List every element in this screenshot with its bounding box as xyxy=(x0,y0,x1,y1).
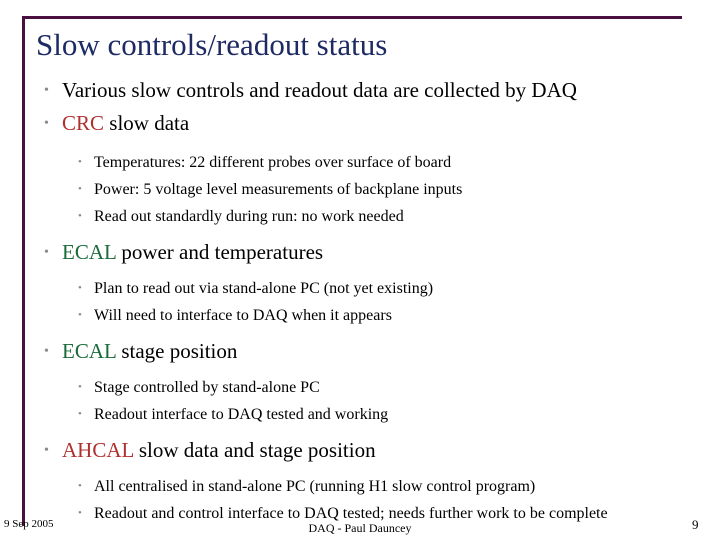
bullet-glyph-icon: • xyxy=(78,282,82,294)
bullet-text: All centralised in stand-alone PC (runni… xyxy=(94,478,536,495)
bullet-highlight-crc: CRC xyxy=(62,111,105,135)
bullet-highlight-ahcal: AHCAL xyxy=(62,438,134,462)
bullet-text: power and temperatures xyxy=(116,240,324,264)
bullet-level2: • Plan to read out via stand-alone PC (n… xyxy=(36,275,684,302)
bullet-text: Plan to read out via stand-alone PC (not… xyxy=(94,280,434,297)
bullet-highlight-ecal: ECAL xyxy=(62,339,117,363)
bullet-glyph-icon: • xyxy=(78,156,82,168)
bullet-glyph-icon: • xyxy=(78,381,82,393)
footer-page-number: 9 xyxy=(692,517,699,532)
bullet-glyph-icon: • xyxy=(78,408,82,420)
bullet-glyph-icon: • xyxy=(44,245,49,260)
bullet-level2: • Stage controlled by stand-alone PC xyxy=(36,374,684,401)
top-border-rule xyxy=(22,16,682,19)
bullet-text: Read out standardly during run: no work … xyxy=(94,208,404,225)
bullet-level1: • ECAL power and temperatures xyxy=(36,236,684,269)
bullet-highlight-ecal: ECAL xyxy=(62,240,117,264)
bullet-level2: • Will need to interface to DAQ when it … xyxy=(36,302,684,329)
bullet-level2: • Readout interface to DAQ tested and wo… xyxy=(36,401,684,428)
footer-title: DAQ - Paul Dauncey xyxy=(308,521,412,535)
bullet-glyph-icon: • xyxy=(78,210,82,222)
bullet-glyph-icon: • xyxy=(44,443,49,458)
bullet-text: Various slow controls and readout data a… xyxy=(62,78,577,102)
bullet-text: slow data and stage position xyxy=(133,438,376,462)
bullet-glyph-icon: • xyxy=(78,480,82,492)
bullet-level2: • All centralised in stand-alone PC (run… xyxy=(36,473,684,500)
bullet-level1: • ECAL stage position xyxy=(36,335,684,368)
bullet-glyph-icon: • xyxy=(44,344,49,359)
bullet-level1: • Various slow controls and readout data… xyxy=(36,74,684,107)
bullet-level1: • CRC slow data xyxy=(36,107,684,140)
bullet-glyph-icon: • xyxy=(78,183,82,195)
left-border-rule xyxy=(22,16,25,526)
bullet-level2: • Power: 5 voltage level measurements of… xyxy=(36,176,684,203)
bullet-text: Power: 5 voltage level measurements of b… xyxy=(94,181,463,198)
bullet-text: Readout interface to DAQ tested and work… xyxy=(94,406,389,423)
slide-title: Slow controls/readout status xyxy=(36,27,388,62)
bullet-text: Stage controlled by stand-alone PC xyxy=(94,379,320,396)
bullet-level2: • Temperatures: 22 different probes over… xyxy=(36,149,684,176)
bullet-glyph-icon: • xyxy=(44,83,49,98)
bullet-text: Will need to interface to DAQ when it ap… xyxy=(94,307,392,324)
bullet-glyph-icon: • xyxy=(78,309,82,321)
bullet-text: slow data xyxy=(104,111,190,135)
bullet-level2: • Read out standardly during run: no wor… xyxy=(36,203,684,230)
bullet-text: Temperatures: 22 different probes over s… xyxy=(94,154,452,171)
bullet-text: Readout and control interface to DAQ tes… xyxy=(94,505,608,522)
bullet-text: stage position xyxy=(116,339,238,363)
slide-body: • Various slow controls and readout data… xyxy=(36,74,684,527)
bullet-glyph-icon: • xyxy=(44,116,49,131)
bullet-level1: • AHCAL slow data and stage position xyxy=(36,434,684,467)
slide: Slow controls/readout status • Various s… xyxy=(0,0,720,540)
